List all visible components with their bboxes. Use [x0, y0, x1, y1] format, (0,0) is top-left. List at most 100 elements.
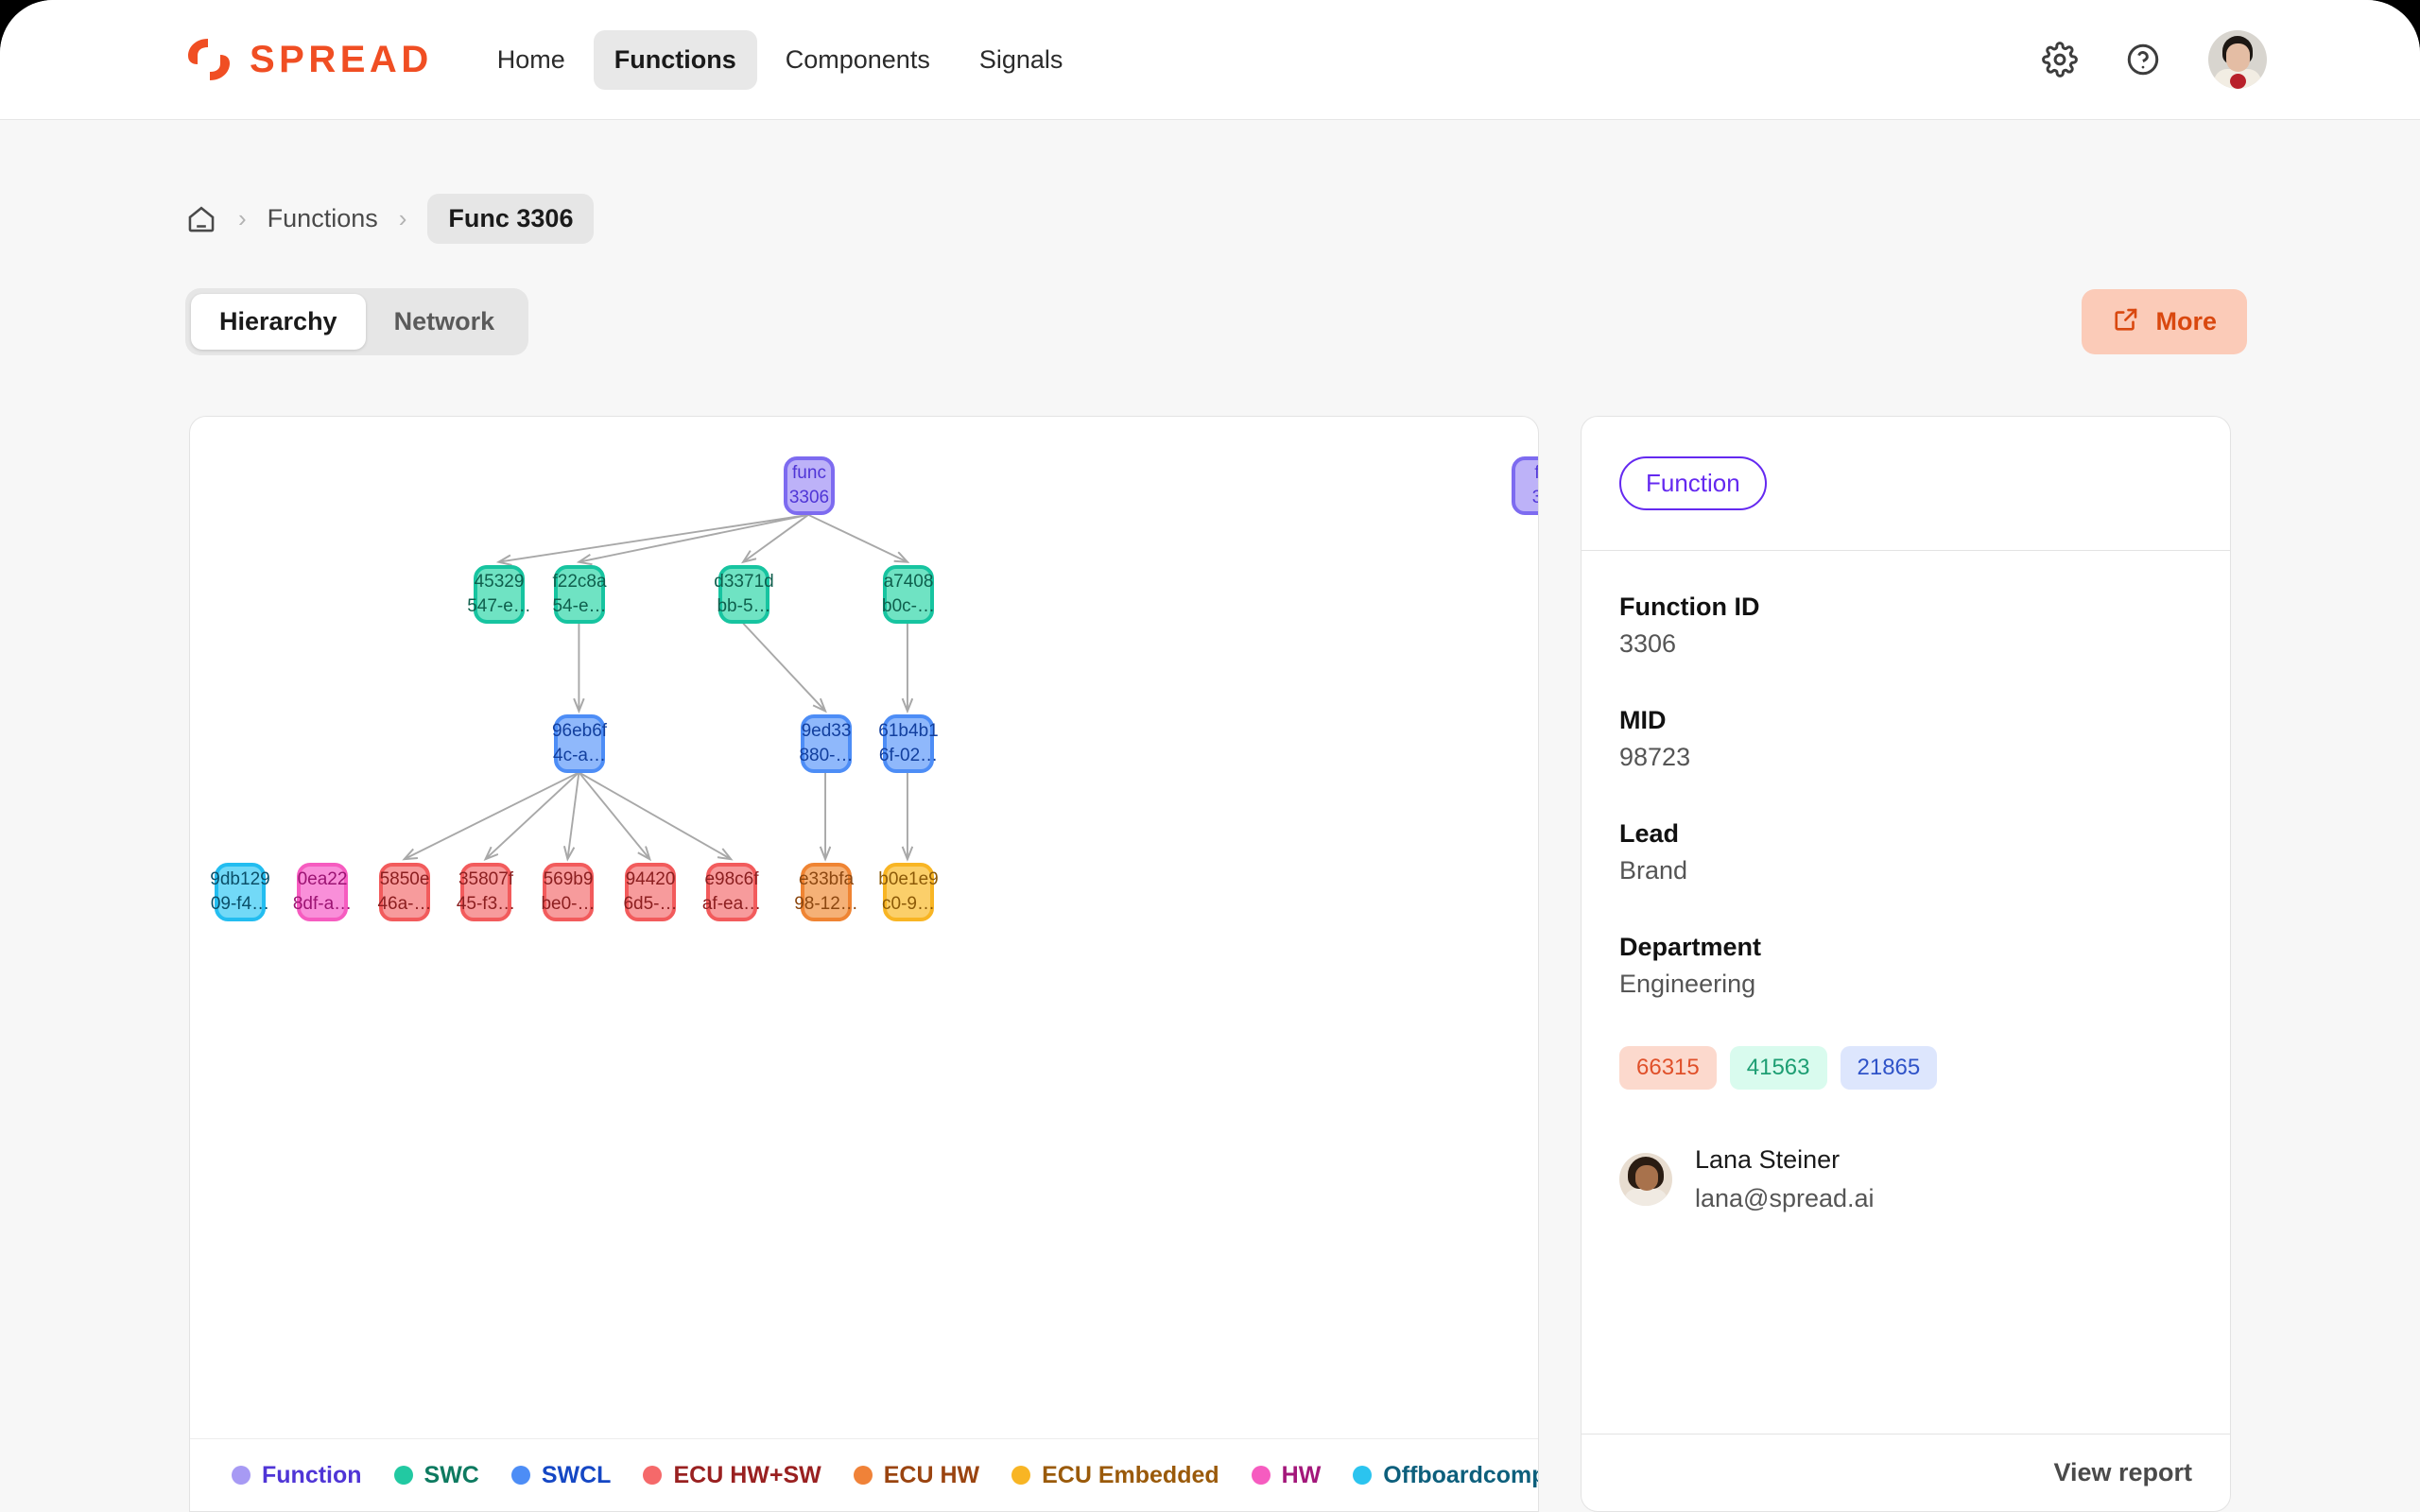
legend-label: Offboardcomps [1383, 1461, 1538, 1488]
legend-dot-icon [510, 1466, 530, 1485]
graph-edge [579, 513, 809, 562]
status-badge[interactable]: Function [1619, 456, 1767, 510]
graph-node-line1: f [1534, 461, 1538, 486]
legend-item-function[interactable]: Function [232, 1462, 362, 1489]
graph-node[interactable]: 0ea22 8df-a… [293, 863, 352, 921]
graph-node-line1: b0e1e9 [878, 869, 939, 890]
graph-node[interactable]: a7408 b0c-… [882, 565, 935, 624]
field-value: Engineering [1619, 970, 1756, 998]
graph-node[interactable]: 61b4b1 6f-02… [878, 714, 939, 773]
legend-item-ecu-hw-sw[interactable]: ECU HW+SW [643, 1462, 821, 1489]
graph-node[interactable]: e33bfa 98-12… [794, 863, 858, 921]
breadcrumb-item-functions[interactable]: Functions [268, 204, 378, 233]
graph-node-line1: e98c6f [704, 869, 759, 890]
nav-item-signals[interactable]: Signals [959, 30, 1084, 90]
details-panel-header: Function [1582, 417, 2230, 551]
breadcrumb: › Functions › Func 3306 [185, 194, 595, 244]
field-value: 3306 [1619, 629, 1677, 658]
graph-node[interactable]: 9ed33 880-… [799, 714, 854, 773]
field-mid: MID 98723 [1619, 706, 2192, 772]
nav-item-home[interactable]: Home [476, 30, 586, 90]
graph-node[interactable]: 569b9 be0-… [541, 863, 596, 921]
graph-edge [742, 622, 825, 712]
graph-canvas[interactable]: func 3306 45329 547-e… f22c8a 54-e… d3371d bb-5… [190, 417, 1538, 1438]
legend-item-ecu-embedded[interactable]: ECU Embedded [1011, 1462, 1219, 1489]
view-tab-group: Hierarchy Network [185, 288, 529, 355]
gear-icon[interactable] [2042, 42, 2078, 77]
graph-edge [499, 513, 809, 562]
tab-network[interactable]: Network [366, 294, 524, 350]
legend-dot-icon [1353, 1466, 1373, 1485]
legend-item-swcl[interactable]: SWCL [510, 1462, 611, 1489]
graph-node-line1: 9db129 [210, 869, 270, 890]
graph-node-line2: be0-… [541, 894, 596, 914]
tag-chip[interactable]: 21865 [1840, 1046, 1938, 1090]
nav-item-components[interactable]: Components [765, 30, 951, 90]
home-icon[interactable] [185, 203, 217, 235]
graph-node[interactable]: f3 [1512, 456, 1538, 515]
graph-node[interactable]: d3371d bb-5… [714, 565, 774, 624]
owner-name: Lana Steiner [1695, 1145, 1841, 1174]
avatar-rose [2230, 74, 2246, 89]
tag-chip-list: 66315 41563 21865 [1619, 1046, 2192, 1090]
graph-node-line2: 54-e… [552, 596, 607, 616]
owner-avatar-face [1635, 1164, 1658, 1191]
graph-node-line1: d3371d [714, 572, 774, 593]
nav-item-functions[interactable]: Functions [593, 29, 757, 90]
graph-node[interactable]: 94420 6d5-… [623, 863, 678, 921]
graph-edges [190, 513, 1538, 1438]
breadcrumb-separator-2: › [398, 204, 407, 232]
graph-node-line2: 98-12… [794, 894, 858, 914]
tag-chip[interactable]: 66315 [1619, 1046, 1717, 1090]
legend-label: ECU Embedded [1042, 1461, 1219, 1488]
graph-node-line2: 09-f4… [210, 894, 270, 914]
field-label: Function ID [1619, 593, 1760, 621]
view-report-button[interactable]: View report [2053, 1458, 2192, 1487]
legend-item-hw[interactable]: HW [1251, 1462, 1321, 1489]
owner-avatar [1619, 1152, 1672, 1206]
help-circle-icon[interactable] [2125, 42, 2161, 77]
graph-edge [567, 772, 580, 859]
field-label: Lead [1619, 819, 1680, 848]
graph-node[interactable]: e98c6f af-ea… [702, 863, 761, 921]
graph-node-line1: 9ed33 [801, 721, 852, 742]
graph-node-line2: 880-… [799, 746, 854, 765]
graph-node[interactable]: b0e1e9 c0-9… [878, 863, 939, 921]
owner-card[interactable]: Lana Steiner lana@spread.ai [1619, 1141, 2192, 1217]
user-avatar[interactable] [2208, 30, 2267, 89]
graph-node-line1: func [792, 463, 826, 484]
graph-node-line2: af-ea… [701, 894, 762, 914]
legend-label: Function [262, 1461, 362, 1488]
details-panel-body: Function ID 3306 MID 98723 Lead Brand De… [1582, 551, 2230, 1434]
details-panel: Function Function ID 3306 MID 98723 Lead… [1581, 416, 2231, 1512]
more-button[interactable]: More [2082, 289, 2247, 354]
legend-item-ecu-hw[interactable]: ECU HW [853, 1462, 979, 1489]
tab-hierarchy[interactable]: Hierarchy [191, 294, 366, 350]
legend-dot-icon [643, 1466, 663, 1485]
app-window: SPREAD Home Functions Components Signals [0, 0, 2420, 1512]
graph-node[interactable]: 45329 547-e… [467, 565, 531, 624]
field-lead: Lead Brand [1619, 819, 2192, 885]
main-nav: Home Functions Components Signals [476, 29, 1084, 90]
brand-logo[interactable]: SPREAD [185, 36, 433, 83]
breadcrumb-item-current[interactable]: Func 3306 [427, 194, 595, 244]
avatar-face [2226, 43, 2250, 72]
owner-email: lana@spread.ai [1695, 1183, 1875, 1212]
graph-node[interactable]: f22c8a 54-e… [552, 565, 607, 624]
graph-node[interactable]: func 3306 [784, 456, 835, 515]
graph-node-line1: 45329 [474, 572, 525, 593]
tag-chip[interactable]: 41563 [1729, 1046, 1827, 1090]
graph-node[interactable]: 9db129 09-f4… [210, 863, 270, 921]
graph-node-line1: 0ea22 [297, 869, 348, 890]
app-header: SPREAD Home Functions Components Signals [0, 0, 2420, 120]
legend-item-swc[interactable]: SWC [393, 1462, 479, 1489]
graph-node[interactable]: 96eb6f 4c-a… [552, 714, 607, 773]
legend-dot-icon [853, 1466, 873, 1485]
legend-item-offboardcomps[interactable]: Offboardcomps [1353, 1461, 1538, 1489]
graph-node-line2: c0-9… [882, 894, 935, 914]
graph-node[interactable]: 5850e 46a-… [377, 863, 432, 921]
graph-legend: Function SWC SWCL ECU HW+SW ECU HW ECU Embedd… [190, 1438, 1538, 1511]
graph-node-line1: 35807f [458, 869, 514, 890]
graph-node-line2: 4c-a… [553, 746, 606, 765]
graph-node[interactable]: 35807f 45-f3… [457, 863, 515, 921]
